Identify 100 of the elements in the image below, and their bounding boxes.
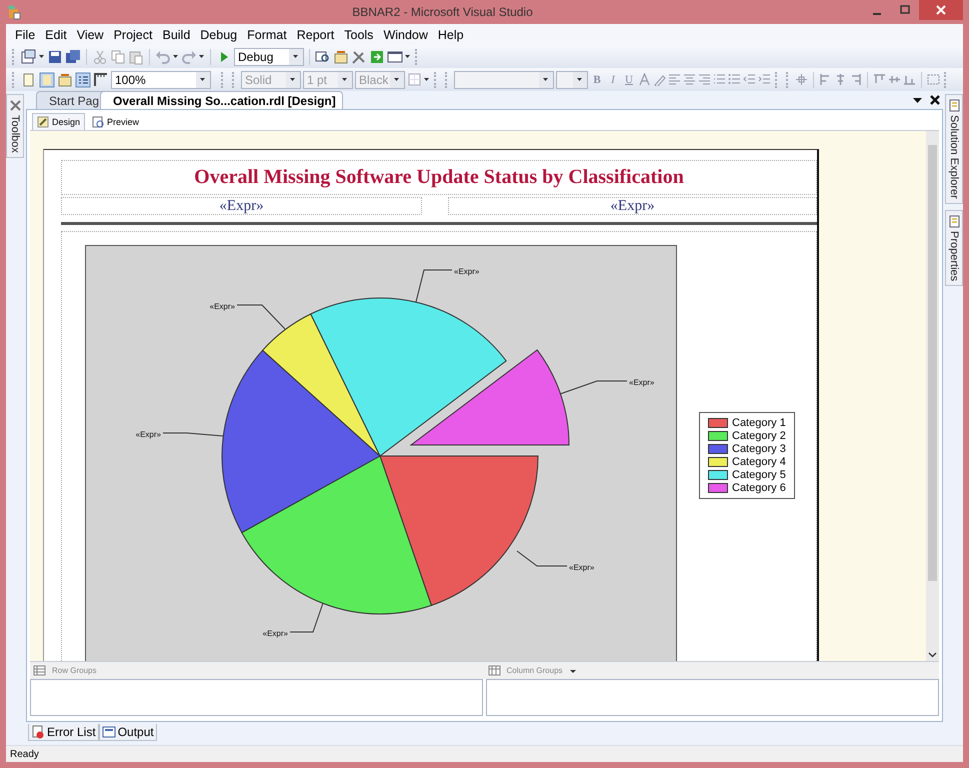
panel-tab[interactable]: Error List: [28, 724, 99, 741]
menu-item[interactable]: Build: [157, 28, 196, 42]
close-icon[interactable]: [929, 94, 941, 106]
save-all-icon[interactable]: [65, 48, 81, 64]
menu-item[interactable]: View: [72, 28, 109, 42]
new-item-icon[interactable]: [21, 48, 37, 64]
dropdown-icon[interactable]: [424, 78, 430, 82]
import-icon[interactable]: [369, 48, 385, 64]
leader-line: [516, 550, 568, 566]
window-title: BBNAR2 - Microsoft Visual Studio: [351, 5, 534, 19]
close-icon: [936, 5, 946, 15]
dropdown-icon[interactable]: [199, 54, 205, 58]
window-icon[interactable]: [387, 48, 403, 64]
grouping-icon[interactable]: [75, 72, 91, 88]
align-right-icon[interactable]: [698, 73, 711, 86]
app-icon[interactable]: [6, 4, 22, 20]
column-groups-icon[interactable]: [488, 664, 500, 677]
leader-line: [236, 304, 286, 330]
menu-item[interactable]: Edit: [40, 28, 72, 42]
dropdown-icon[interactable]: [173, 54, 179, 58]
pane-heading: Column Groups: [506, 666, 563, 675]
menu-item[interactable]: Format: [242, 28, 292, 42]
font-color-icon[interactable]: [638, 73, 651, 86]
align-middles-icon[interactable]: [888, 73, 901, 86]
pencil-icon: [37, 116, 49, 128]
legend-label: Category 1: [732, 417, 786, 429]
outdent-icon[interactable]: [743, 73, 756, 86]
align-rights-icon[interactable]: [849, 73, 862, 86]
dropdown-icon: [200, 78, 206, 82]
view-tab[interactable]: Preview: [87, 113, 144, 130]
dropdown-icon[interactable]: [39, 54, 45, 58]
pie-chart[interactable]: «Expr» «Expr» «Expr» «Expr» «Expr» «Expr»: [85, 245, 677, 661]
legend-label: Category 4: [732, 456, 786, 468]
ruler-icon[interactable]: [93, 72, 109, 88]
leader-line: [290, 602, 324, 632]
align-lefts-icon[interactable]: [819, 73, 832, 86]
properties-icon[interactable]: [333, 48, 349, 64]
close-button[interactable]: [919, 0, 963, 20]
properties-tab[interactable]: Properties: [945, 210, 963, 286]
pie-slice[interactable]: [222, 350, 380, 534]
configuration-dropdown[interactable]: Debug: [234, 48, 304, 66]
document-icon[interactable]: [948, 99, 960, 112]
menu-item[interactable]: Tools: [339, 28, 378, 42]
panel-tab[interactable]: Output: [98, 724, 157, 741]
font-size-dropdown[interactable]: [556, 70, 588, 88]
row-groups-icon[interactable]: [33, 664, 46, 677]
solution-explorer-tab[interactable]: Solution Explorer: [945, 94, 963, 204]
dropdown-icon: [292, 54, 300, 58]
row-groups-pane[interactable]: [30, 679, 483, 716]
align-centers-icon[interactable]: [834, 73, 847, 86]
pie-slice[interactable]: [410, 349, 570, 446]
status-text: Ready: [10, 748, 39, 760]
document-tab[interactable]: Overall Missing So...cation.rdl [Design]: [100, 91, 343, 109]
toolbox-tab[interactable]: Toolbox: [6, 94, 24, 158]
error-list-icon: [31, 725, 45, 739]
layout-icon[interactable]: [39, 72, 55, 88]
bullet-list-icon[interactable]: [728, 73, 741, 86]
slice-label: «Expr»: [629, 378, 654, 387]
leader-line: [162, 432, 224, 436]
pie-slice[interactable]: [262, 314, 380, 456]
align-tops-icon[interactable]: [873, 73, 886, 86]
font-dropdown[interactable]: [454, 70, 554, 88]
expression-textbox[interactable]: «Expr»: [61, 197, 422, 215]
copy-icon[interactable]: [110, 48, 126, 64]
properties-icon[interactable]: [948, 214, 960, 228]
menu-item[interactable]: Help: [432, 28, 469, 42]
maximize-icon: [900, 5, 910, 15]
chevron-down-icon[interactable]: [928, 651, 937, 659]
size-icon[interactable]: [927, 73, 940, 86]
menu-item[interactable]: File: [10, 28, 40, 42]
menu-item[interactable]: Report: [292, 28, 340, 42]
expression-textbox[interactable]: «Expr»: [448, 197, 817, 215]
align-bottoms-icon[interactable]: [903, 73, 916, 86]
dropdown-icon: [542, 78, 550, 82]
highlight-icon[interactable]: [653, 73, 666, 86]
align-grid-icon[interactable]: [795, 73, 808, 86]
pie-slice[interactable]: [380, 456, 538, 606]
vertical-scrollbar[interactable]: [926, 131, 939, 661]
align-center-icon[interactable]: [683, 73, 696, 86]
slice-label: «Expr»: [262, 629, 288, 638]
pie-slice[interactable]: [310, 298, 507, 456]
slice-label: «Expr»: [136, 430, 161, 439]
column-groups-pane[interactable]: [486, 679, 939, 716]
menu-item[interactable]: Project: [108, 28, 158, 42]
align-left-icon[interactable]: [668, 73, 681, 86]
cut-icon[interactable]: [92, 48, 108, 64]
save-icon[interactable]: [47, 48, 63, 64]
paste-icon[interactable]: [128, 48, 144, 64]
numbered-list-icon[interactable]: [713, 73, 726, 86]
toolbar-dropdown[interactable]: 100%: [111, 70, 211, 88]
indent-icon[interactable]: [758, 73, 771, 86]
dropdown-icon[interactable]: [405, 54, 411, 58]
find-icon[interactable]: [315, 48, 331, 64]
menu-item[interactable]: Window: [378, 28, 433, 42]
title-textbox[interactable]: Overall Missing Software Update Status by Classification: [61, 160, 817, 195]
tab-label: Solution Explorer: [948, 115, 960, 199]
preview-icon: [92, 116, 104, 128]
dropdown-icon: [290, 78, 296, 82]
view-tab[interactable]: Design: [32, 113, 86, 130]
menu-item[interactable]: Debug: [195, 28, 242, 42]
